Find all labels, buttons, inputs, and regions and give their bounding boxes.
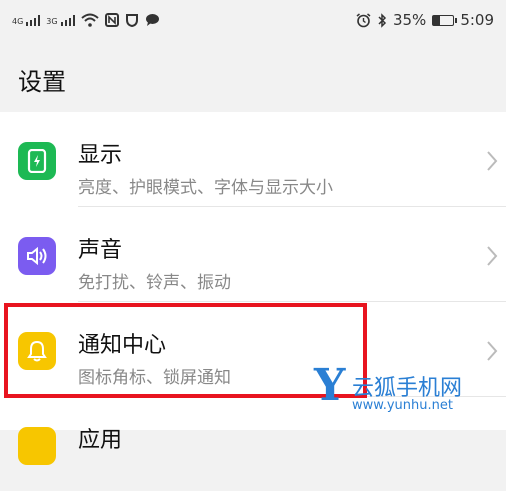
battery-icon [432, 14, 458, 26]
display-icon [18, 142, 56, 180]
network-2-label: 3G [46, 16, 58, 26]
apps-icon [18, 427, 56, 465]
battery-fill [433, 15, 441, 25]
settings-item-display[interactable]: 显示 亮度、护眼模式、字体与显示大小 [0, 112, 506, 206]
watermark: Y 云狐手机网 www.yunhu.net [314, 360, 476, 420]
alarm-icon [356, 12, 371, 27]
status-right: 35% 5:09 [356, 11, 494, 29]
settings-item-subtitle: 免打扰、铃声、振动 [78, 273, 231, 293]
nfc-icon [104, 13, 119, 27]
clock: 5:09 [460, 11, 494, 29]
watermark-url: www.yunhu.net [352, 398, 453, 413]
sound-icon [18, 237, 56, 275]
battery-percent: 35% [392, 11, 427, 29]
settings-item-title: 显示 [78, 143, 123, 168]
chevron-right-icon [487, 246, 498, 266]
status-bar: 4G 3G 35% 5:09 [0, 0, 506, 40]
highlight-box [4, 303, 367, 398]
signal-1-icon: 4G [12, 14, 41, 26]
settings-item-title: 应用 [78, 428, 123, 453]
page-title: 设置 [18, 68, 66, 96]
network-1-label: 4G [12, 16, 24, 26]
settings-item-subtitle: 亮度、护眼模式、字体与显示大小 [78, 178, 333, 198]
chevron-right-icon [487, 151, 498, 171]
header: 设置 [0, 40, 506, 110]
watermark-logo-letter: Y [314, 360, 346, 411]
shield-icon [125, 14, 138, 27]
bluetooth-icon [378, 12, 387, 28]
wifi-icon [80, 13, 99, 27]
message-icon [145, 14, 159, 26]
signal-2-icon: 3G [46, 14, 75, 26]
chevron-right-icon [487, 341, 498, 361]
settings-item-title: 声音 [78, 238, 123, 263]
settings-item-sound[interactable]: 声音 免打扰、铃声、振动 [0, 207, 506, 301]
status-left: 4G 3G [12, 13, 160, 27]
